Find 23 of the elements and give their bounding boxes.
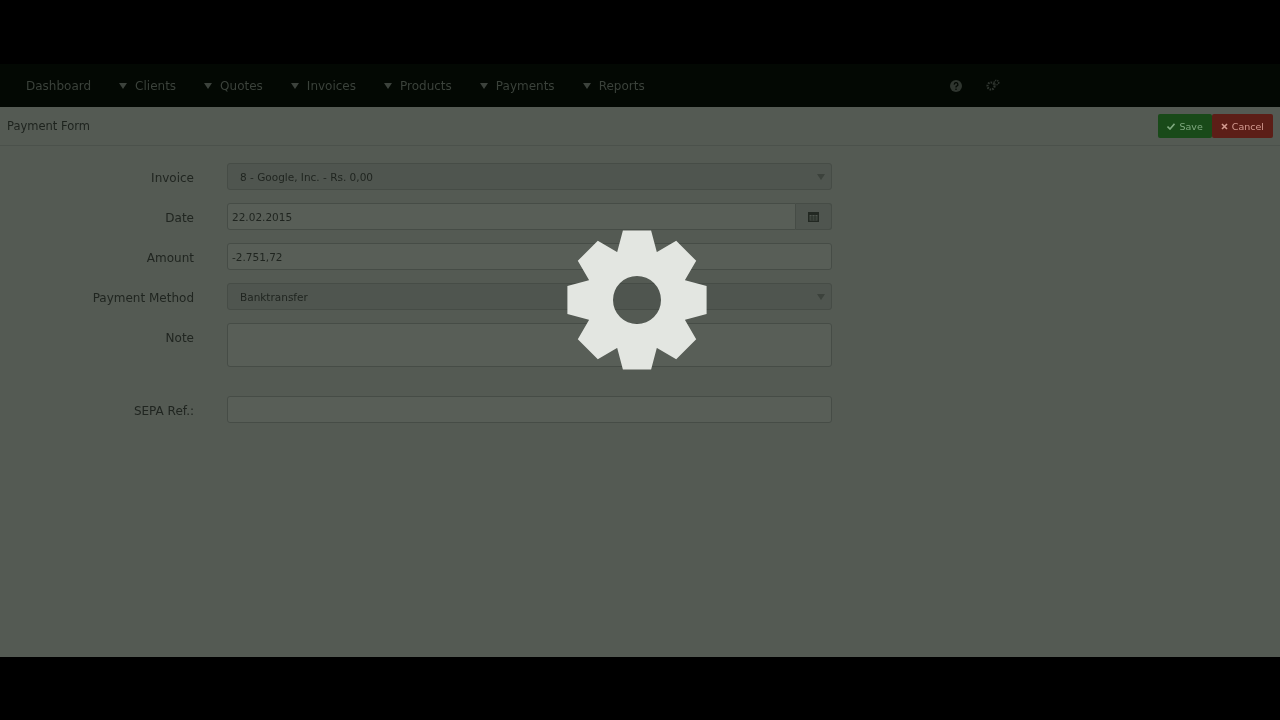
calendar-button[interactable] <box>796 203 832 230</box>
close-icon <box>1220 122 1228 130</box>
nav-item[interactable]: Clients <box>119 78 177 93</box>
date-field[interactable]: 22.02.2015 <box>227 203 796 230</box>
check-icon <box>1167 122 1176 130</box>
caret-icon <box>204 82 213 89</box>
nav-item[interactable]: Dashboard <box>26 78 92 93</box>
caret-icon <box>479 82 488 89</box>
caret-icon <box>119 82 128 89</box>
caret-icon <box>582 82 591 89</box>
caret-icon <box>384 82 392 89</box>
nav-item[interactable]: Invoices <box>290 78 356 93</box>
nav-item[interactable]: Quotes <box>204 78 263 93</box>
nav-item[interactable]: Reports <box>582 78 645 93</box>
nav-item[interactable]: Payments <box>479 78 555 93</box>
calendar-icon <box>808 211 819 222</box>
loading-gear-icon <box>565 228 709 372</box>
cancel-button[interactable]: Cancel <box>1211 114 1273 138</box>
nav-item[interactable]: Products <box>384 78 452 93</box>
save-button[interactable]: Save <box>1158 114 1212 138</box>
help-icon[interactable] <box>950 79 962 92</box>
page-title: Payment Form <box>7 119 90 133</box>
caret-icon <box>290 82 299 89</box>
